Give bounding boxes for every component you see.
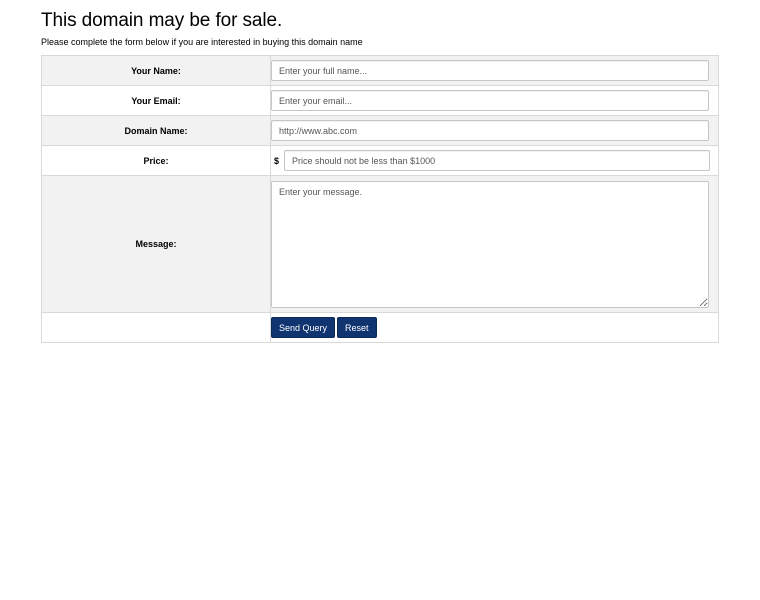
price-input-cell: $	[270, 145, 719, 176]
name-label: Your Name:	[41, 55, 271, 86]
email-label: Your Email:	[41, 85, 271, 116]
send-query-button[interactable]: Send Query	[271, 317, 336, 338]
email-input-cell	[270, 85, 719, 116]
buttons-label-cell	[41, 312, 271, 343]
message-textarea[interactable]	[271, 180, 709, 308]
message-label: Message:	[41, 175, 271, 313]
page: This domain may be for sale. Please comp…	[0, 0, 760, 600]
currency-symbol: $	[274, 155, 280, 166]
price-label: Price:	[41, 145, 271, 176]
domain-input[interactable]	[271, 120, 709, 141]
domain-label: Domain Name:	[41, 115, 271, 146]
name-input-cell	[270, 55, 719, 86]
price-row: Price: $	[41, 145, 719, 176]
email-input[interactable]	[271, 90, 709, 111]
email-row: Your Email:	[41, 85, 719, 116]
name-row: Your Name:	[41, 55, 719, 86]
reset-button[interactable]: Reset	[337, 317, 377, 338]
price-input[interactable]	[284, 150, 710, 171]
domain-input-cell	[270, 115, 719, 146]
buttons-row: Send Query Reset	[41, 312, 719, 343]
page-title: This domain may be for sale.	[41, 10, 283, 31]
page-subtitle: Please complete the form below if you ar…	[41, 37, 363, 47]
message-input-cell	[270, 175, 719, 313]
buttons-cell: Send Query Reset	[270, 312, 719, 343]
domain-row: Domain Name:	[41, 115, 719, 146]
form-table: Your Name: Your Email: Domain Name: Pric…	[41, 55, 719, 343]
name-input[interactable]	[271, 60, 709, 81]
message-row: Message:	[41, 175, 719, 313]
price-wrap: $	[271, 150, 718, 171]
